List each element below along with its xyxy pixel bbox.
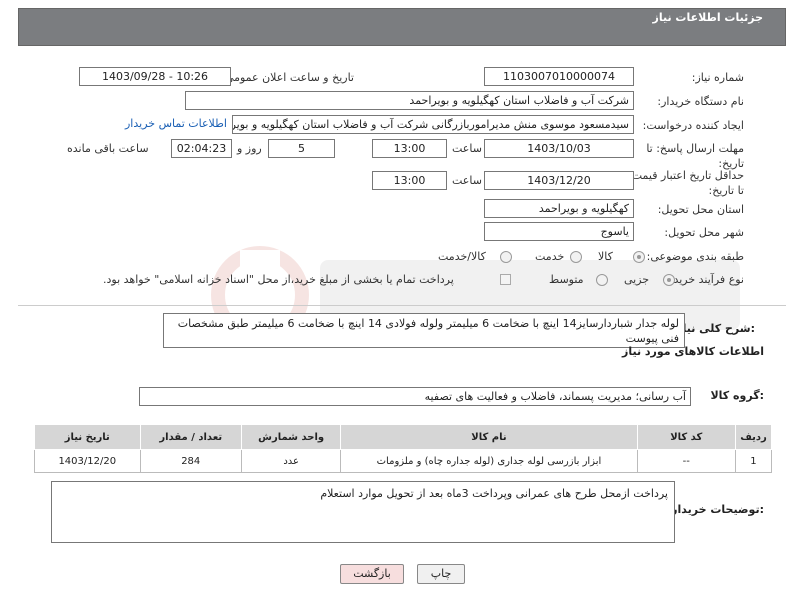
price-validity-time: 13:00 bbox=[372, 171, 447, 190]
delivery-province-field: کهگیلویه و بویراحمد bbox=[484, 199, 634, 218]
announce-datetime-field: 1403/09/28 - 10:26 bbox=[79, 67, 231, 86]
col-header-unit: واحد شمارش bbox=[240, 424, 342, 450]
col-header-quantity: تعداد / مقدار bbox=[139, 424, 242, 450]
cell-name: ابزار بازرسی لوله جداری (لوله جداره چاه)… bbox=[340, 449, 638, 473]
goods-info-title: اطلاعات کالاهای مورد نیاز bbox=[622, 345, 764, 358]
delivery-city-label: شهر محل تحویل: bbox=[664, 226, 744, 239]
process-medium-label: متوسط bbox=[549, 273, 584, 286]
col-header-code: کد کالا bbox=[636, 424, 736, 450]
requester-label: ایجاد کننده درخواست: bbox=[642, 119, 744, 132]
page-title: جزئیات اطلاعات نیاز bbox=[652, 11, 764, 24]
treasury-note: پرداخت تمام یا بخشی از مبلغ خرید،از محل … bbox=[103, 273, 454, 286]
category-goods-radio[interactable] bbox=[633, 251, 645, 263]
remaining-days: 5 bbox=[268, 139, 335, 158]
price-time-label: ساعت bbox=[452, 174, 482, 187]
cell-quantity: 284 bbox=[139, 449, 242, 473]
goods-group-field: آب رسانی؛ مدیریت پسماند، فاضلاب و فعالیت… bbox=[139, 387, 691, 406]
need-number-label: شماره نیاز: bbox=[691, 71, 744, 84]
cell-unit: عدد bbox=[240, 449, 342, 473]
description-label: شرح کلی نیاز: bbox=[676, 322, 755, 335]
category-goods-label: کالا bbox=[598, 250, 613, 263]
cell-row-no: 1 bbox=[734, 449, 773, 473]
price-validity-date: 1403/12/20 bbox=[484, 171, 634, 190]
delivery-province-label: استان محل تحویل: bbox=[657, 203, 744, 216]
category-service-label: خدمت bbox=[535, 250, 565, 263]
buyer-notes-field: پرداخت ازمحل طرح های عمرانی وپرداخت 3ماه… bbox=[51, 481, 675, 543]
col-header-name: نام کالا bbox=[340, 424, 638, 450]
process-medium-radio[interactable] bbox=[596, 274, 608, 286]
back-button[interactable]: بازگشت bbox=[340, 564, 404, 584]
need-number-field: 1103007010000074 bbox=[484, 67, 634, 86]
col-header-row-no: ردیف bbox=[734, 424, 773, 450]
delivery-city-field: یاسوج bbox=[484, 222, 634, 241]
cell-code: -- bbox=[636, 449, 736, 473]
reply-time-label: ساعت bbox=[452, 142, 482, 155]
buyer-org-field: شرکت آب و فاضلاب استان کهگیلویه و بویراح… bbox=[185, 91, 634, 110]
remaining-label: ساعت باقی مانده bbox=[67, 142, 149, 155]
reply-deadline-date: 1403/10/03 bbox=[484, 139, 634, 158]
cell-need-date: 1403/12/20 bbox=[34, 449, 141, 473]
category-goods-service-radio[interactable] bbox=[500, 251, 512, 263]
process-type-label: نوع فرآیند خرید : bbox=[666, 273, 744, 286]
category-goods-service-label: کالا/خدمت bbox=[438, 250, 486, 263]
items-table: ردیف کد کالا نام کالا واحد شمارش تعداد /… bbox=[34, 424, 773, 473]
announce-datetime-label: تاریخ و ساعت اعلان عمومی: bbox=[221, 71, 354, 84]
table-header-row: ردیف کد کالا نام کالا واحد شمارش تعداد /… bbox=[34, 424, 773, 450]
process-minor-radio[interactable] bbox=[663, 274, 675, 286]
price-validity-label: حداقل تاریخ اعتبار قیمت: تا تاریخ: bbox=[628, 169, 744, 197]
buyer-org-label: نام دستگاه خریدار: bbox=[657, 95, 744, 108]
buyer-contact-link[interactable]: اطلاعات تماس خریدار bbox=[125, 117, 227, 130]
goods-group-label: گروه کالا: bbox=[710, 389, 764, 402]
days-label: روز و bbox=[237, 142, 262, 155]
print-button[interactable]: چاپ bbox=[417, 564, 465, 584]
col-header-need-date: تاریخ نیاز bbox=[34, 424, 141, 450]
requester-field: سیدمسعود موسوی منش مدیراموربازرگانی شرکت… bbox=[232, 115, 634, 134]
reply-deadline-label: مهلت ارسال پاسخ: تا تاریخ: bbox=[646, 142, 744, 170]
treasury-checkbox[interactable] bbox=[500, 274, 511, 285]
category-label: طبقه بندی موضوعی: bbox=[646, 250, 744, 263]
remaining-time: 02:04:23 bbox=[171, 139, 232, 158]
table-row[interactable]: 1 -- ابزار بازرسی لوله جداری (لوله جداره… bbox=[34, 449, 773, 473]
process-minor-label: جزیی bbox=[624, 273, 650, 286]
description-field: لوله جدار شباردارسایز14 اینچ با ضخامت 6 … bbox=[163, 313, 685, 348]
reply-deadline-time: 13:00 bbox=[372, 139, 447, 158]
section-divider bbox=[18, 305, 786, 306]
buyer-notes-label: توضیحات خریدار: bbox=[671, 503, 764, 516]
category-service-radio[interactable] bbox=[570, 251, 582, 263]
